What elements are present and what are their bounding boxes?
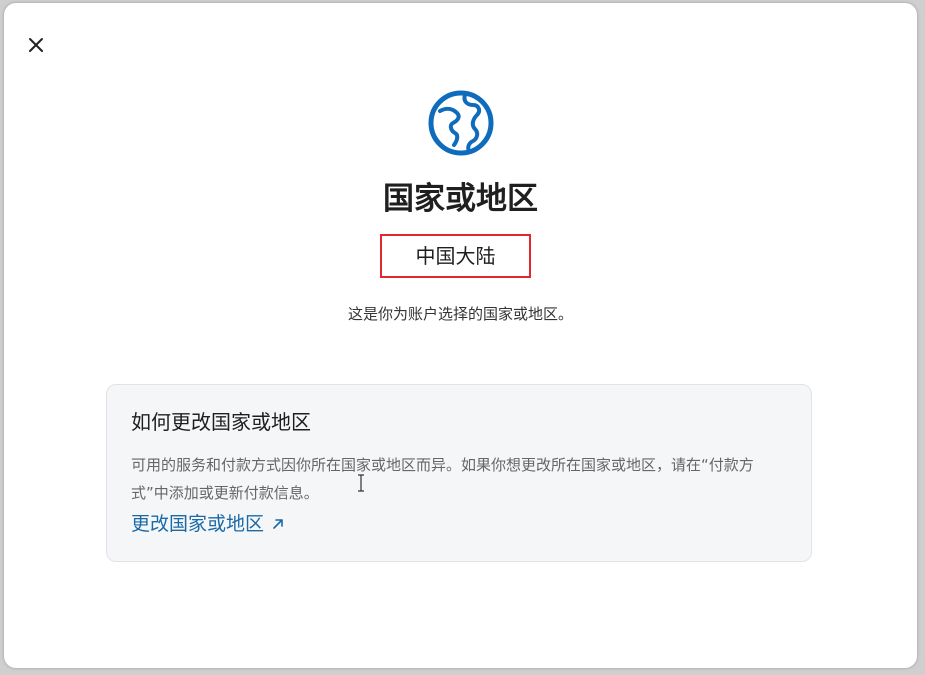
info-card-description: 可用的服务和付款方式因你所在国家或地区而异。如果你想更改所在国家或地区，请在“付… xyxy=(131,456,754,502)
region-description: 这是你为账户选择的国家或地区。 xyxy=(347,305,573,323)
external-link-arrow-icon xyxy=(273,519,283,529)
close-icon xyxy=(29,38,43,52)
country-region-dialog: 国家或地区 中国大陆 这是你为账户选择的国家或地区。 如何更改国家或地区 可用的… xyxy=(4,3,917,668)
change-region-link[interactable]: 更改国家或地区 xyxy=(131,509,286,539)
selected-region-value: 中国大陆 xyxy=(415,244,496,268)
text-cursor-icon xyxy=(358,474,364,492)
info-card-title: 如何更改国家或地区 xyxy=(131,410,311,434)
info-card: 如何更改国家或地区 可用的服务和付款方式因你所在国家或地区而异。如果你想更改所在… xyxy=(106,384,812,562)
page-title: 国家或地区 xyxy=(383,181,538,217)
close-button[interactable] xyxy=(24,33,48,57)
globe-icon xyxy=(428,90,494,156)
change-region-link-label: 更改国家或地区 xyxy=(131,513,265,535)
